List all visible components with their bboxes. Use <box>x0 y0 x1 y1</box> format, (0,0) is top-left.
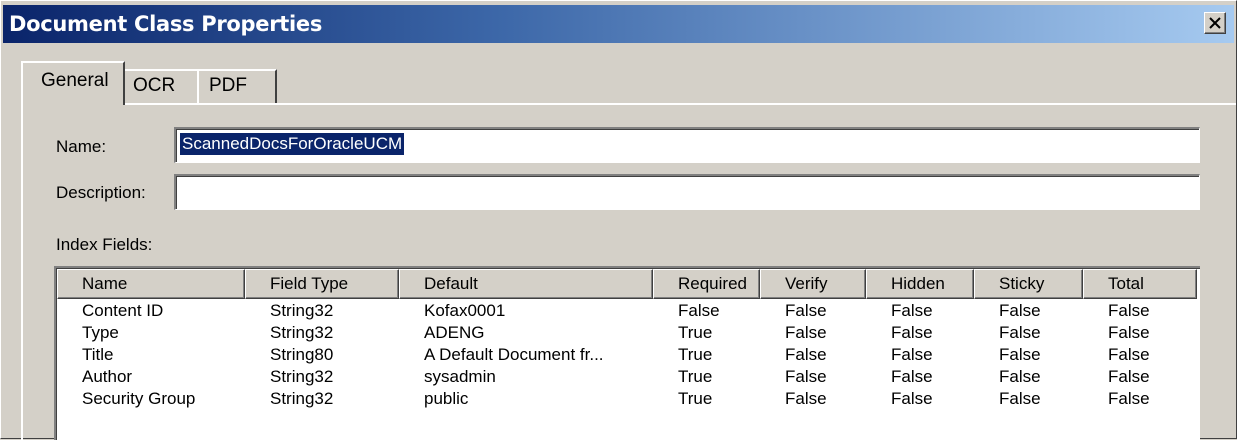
tab-ocr[interactable]: OCR <box>121 69 199 103</box>
tab-pdf[interactable]: PDF <box>197 69 277 103</box>
tab-pdf-label: PDF <box>209 75 247 96</box>
close-button[interactable] <box>1204 12 1226 34</box>
title-bar[interactable]: Document Class Properties <box>3 5 1234 43</box>
dialog-window: Document Class Properties OCR PDF Genera… <box>0 0 1237 440</box>
tab-ocr-label: OCR <box>133 75 176 96</box>
tab-general[interactable]: General <box>21 61 125 105</box>
tab-panel-general <box>21 103 1236 440</box>
window-title: Document Class Properties <box>9 12 323 36</box>
tab-general-label: General <box>41 70 109 91</box>
close-icon <box>1209 17 1221 29</box>
